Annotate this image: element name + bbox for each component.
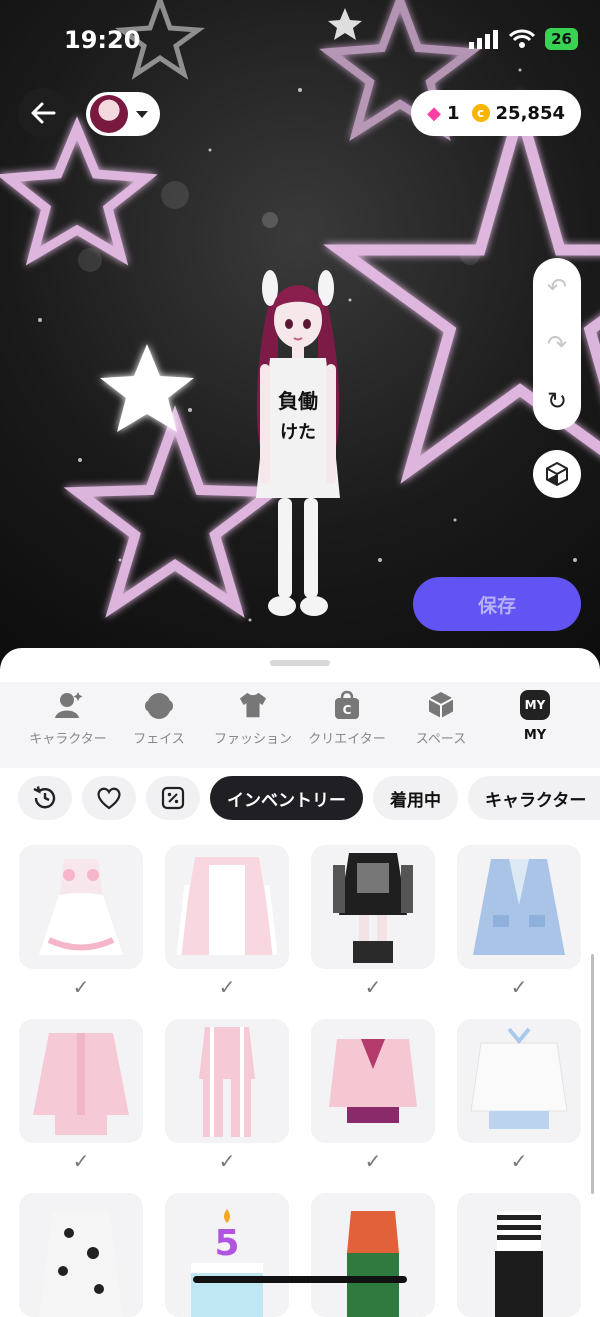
battery-indicator: 26 [545,28,578,50]
inventory-chip[interactable]: インベントリー [210,776,363,820]
home-indicator[interactable] [193,1276,407,1283]
check-icon: ✓ [364,1149,382,1173]
coin-count: 25,854 [495,102,565,124]
save-button[interactable]: 保存 [413,577,581,631]
check-icon: ✓ [364,975,382,999]
chevron-down-icon [136,110,148,118]
svg-text:負働: 負働 [278,389,318,413]
item-light-blue-cardigan-coat[interactable] [457,845,581,969]
sale-filter[interactable] [146,776,200,820]
check-icon: ✓ [72,975,90,999]
status-icons: 26 [469,28,578,50]
item-white-sweater-blue-skirt[interactable] [457,1019,581,1143]
item-pink-cardigan-plaid-skirt[interactable] [311,1019,435,1143]
tab-fashion[interactable]: ファッション [206,682,300,768]
arrow-left-icon [31,102,56,124]
item-pink-track-jacket-set[interactable] [19,1019,143,1143]
item-dalmatian-onesie[interactable] [19,1193,143,1317]
avatar-stage: 19:20 26 ◆ 1 c 25,854 負働 けた ↶ ↷ ↻ 保存 [0,0,600,680]
favorites-filter[interactable] [82,776,136,820]
tab-character[interactable]: キャラクター [24,682,112,768]
heart-icon [97,787,121,810]
back-button[interactable] [18,88,68,138]
character-chip[interactable]: キャラクター [468,776,600,820]
item-pink-maid-outfit[interactable] [19,845,143,969]
character-icon [53,690,83,720]
check-icon: ✓ [510,975,528,999]
tshirt-icon [238,690,268,720]
space-cube-icon [426,690,456,720]
redo-icon[interactable]: ↷ [547,330,567,358]
check-icon: ✓ [218,1149,236,1173]
svg-text:C: C [343,703,352,717]
scrollbar[interactable] [591,954,594,1194]
avatar [90,95,128,133]
discount-icon [161,786,185,810]
tab-creator[interactable]: C クリエイター [300,682,394,768]
item-birthday-cake-item[interactable]: 5 [165,1193,289,1317]
category-tabs: キャラクター フェイス ファッション C クリエイター スペース MY MY [0,682,600,768]
reset-icon[interactable]: ↻ [547,387,567,415]
star-filled-small [328,8,362,40]
cube-icon [546,461,568,487]
sheet-drag-handle[interactable] [270,660,330,666]
gem-icon: ◆ [427,102,441,124]
star-outline-top-left [0,116,158,266]
tab-label: ファッション [213,732,292,747]
item-orange-plaid-top-green-skirt[interactable] [311,1193,435,1317]
coin-icon: c [471,104,490,122]
tab-label: フェイス [133,732,185,747]
face-icon [144,690,174,720]
tab-label: スペース [415,732,467,747]
tab-label: クリエイター [308,732,386,747]
recent-filter[interactable] [18,776,72,820]
svg-text:5: 5 [214,1223,239,1264]
check-icon: ✓ [218,975,236,999]
history-controls: ↶ ↷ ↻ [533,258,581,430]
creator-bag-icon: C [332,690,362,720]
currency-display[interactable]: ◆ 1 c 25,854 [411,90,581,136]
my-badge-wrapper: MY [520,690,550,720]
item-striped-top-black-skirt[interactable] [457,1193,581,1317]
my-badge-icon: MY [520,690,550,720]
avatar-selector[interactable] [86,92,160,136]
gem-count: 1 [447,102,460,124]
tab-label: MY [523,728,547,743]
tab-label: キャラクター [29,732,107,747]
signal-icon [469,30,499,49]
history-icon [33,786,56,809]
tab-space[interactable]: スペース [394,682,488,768]
avatar-character[interactable]: 負働 けた [248,258,348,628]
svg-text:けた: けた [280,422,316,443]
check-icon: ✓ [72,1149,90,1173]
wifi-icon [509,29,536,48]
customization-sheet: キャラクター フェイス ファッション C クリエイター スペース MY MY イ… [0,648,600,1317]
undo-icon[interactable]: ↶ [547,273,567,301]
tab-face[interactable]: フェイス [112,682,206,768]
status-time: 19:20 [64,26,141,54]
star-filled-white [100,344,194,432]
item-pink-tracksuit-pants[interactable] [165,1019,289,1143]
item-black-graphic-tshirt-outfit[interactable] [311,845,435,969]
view-3d-button[interactable] [533,450,581,498]
filter-chips: インベントリー 着用中 キャラクター [18,776,600,820]
star-outline-bottom-left [63,405,287,618]
wearing-chip[interactable]: 着用中 [373,776,458,820]
check-icon: ✓ [510,1149,528,1173]
item-pink-white-track-jacket[interactable] [165,845,289,969]
tab-my[interactable]: MY MY [488,682,582,768]
